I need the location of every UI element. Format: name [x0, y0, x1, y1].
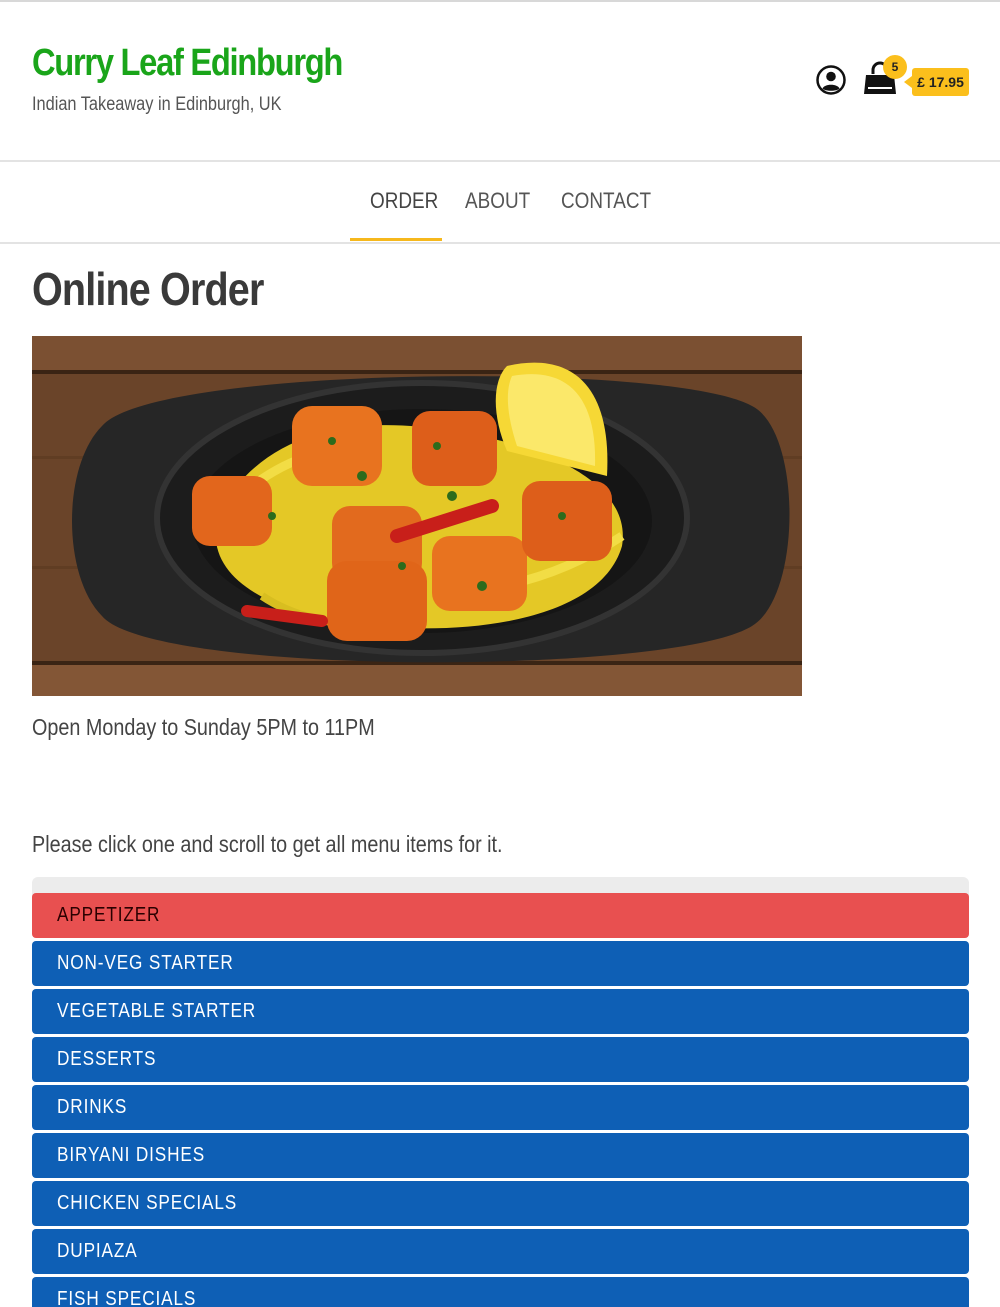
- brand-subtitle: Indian Takeaway in Edinburgh, UK: [32, 94, 282, 115]
- category-label: NON-VEG STARTER: [57, 952, 234, 974]
- page-title: Online Order: [32, 263, 264, 315]
- user-circle-icon: [816, 65, 846, 95]
- nav-item-about[interactable]: ABOUT: [465, 188, 530, 214]
- nav-divider: [0, 242, 1000, 244]
- category-biryani-dishes[interactable]: BIRYANI DISHES: [32, 1133, 969, 1178]
- category-label: DRINKS: [57, 1096, 128, 1118]
- category-drinks[interactable]: DRINKS: [32, 1085, 969, 1130]
- opening-hours: Open Monday to Sunday 5PM to 11PM: [32, 714, 375, 740]
- category-label: VEGETABLE STARTER: [57, 1000, 257, 1022]
- site-header: Curry Leaf Edinburgh Indian Takeaway in …: [0, 2, 1000, 160]
- main-nav: ORDER ABOUT CONTACT: [0, 162, 1000, 242]
- category-label: CHICKEN SPECIALS: [57, 1192, 238, 1214]
- category-appetizer[interactable]: APPETIZER: [32, 893, 969, 938]
- category-dupiaza[interactable]: DUPIAZA: [32, 1229, 969, 1274]
- account-button[interactable]: [815, 64, 847, 96]
- nav-item-contact[interactable]: CONTACT: [561, 188, 651, 214]
- nav-active-indicator: [350, 238, 442, 241]
- category-chicken-specials[interactable]: CHICKEN SPECIALS: [32, 1181, 969, 1226]
- hero-image: [32, 336, 802, 696]
- cart-total[interactable]: £ 17.95: [904, 68, 969, 96]
- category-fish-specials[interactable]: FISH SPECIALS: [32, 1277, 969, 1307]
- nav-item-order[interactable]: ORDER: [370, 188, 438, 214]
- category-label: DUPIAZA: [57, 1240, 138, 1262]
- category-label: BIRYANI DISHES: [57, 1144, 206, 1166]
- category-label: FISH SPECIALS: [57, 1288, 197, 1307]
- category-label: APPETIZER: [57, 904, 161, 926]
- category-label: DESSERTS: [57, 1048, 157, 1070]
- brand-title[interactable]: Curry Leaf Edinburgh: [32, 42, 343, 85]
- menu-instruction: Please click one and scroll to get all m…: [32, 831, 503, 857]
- category-vegetable-starter[interactable]: VEGETABLE STARTER: [32, 989, 969, 1034]
- category-desserts[interactable]: DESSERTS: [32, 1037, 969, 1082]
- category-non-veg-starter[interactable]: NON-VEG STARTER: [32, 941, 969, 986]
